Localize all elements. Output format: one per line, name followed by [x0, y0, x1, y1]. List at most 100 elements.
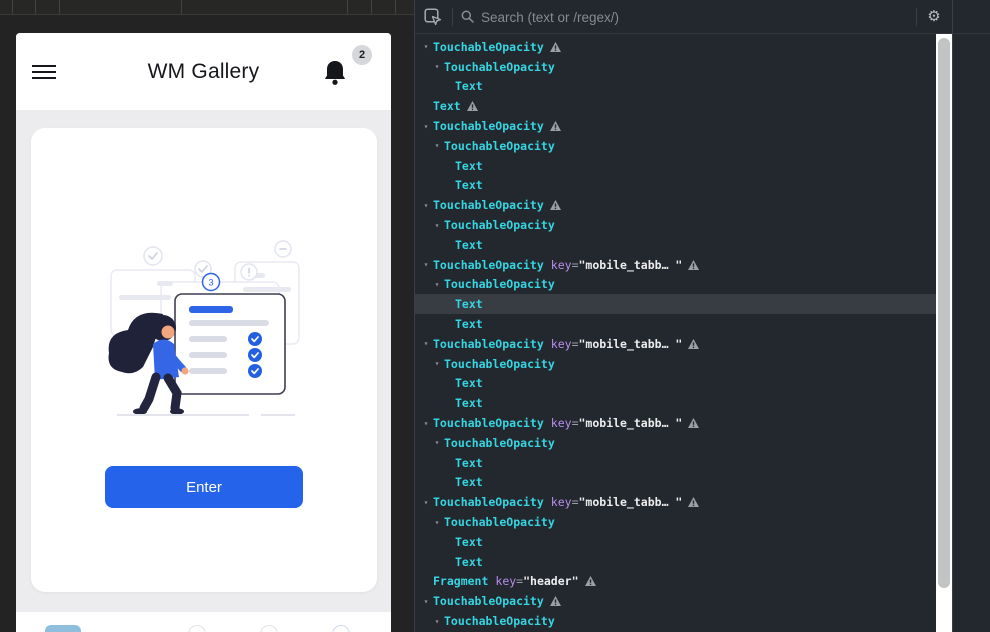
tree-row[interactable]: Text: [415, 235, 936, 255]
tree-row[interactable]: Text: [415, 77, 936, 97]
component-key: key="mobile_tabb… ": [544, 495, 683, 509]
search-input[interactable]: [479, 4, 823, 31]
tree-row[interactable]: ▾TouchableOpacity: [415, 195, 936, 215]
screen: WM Gallery 2: [0, 0, 990, 632]
expand-arrow-icon[interactable]: ▾: [419, 42, 433, 51]
active-tab-indicator[interactable]: [45, 625, 81, 632]
tree-row[interactable]: Text: [415, 374, 936, 394]
component-name: TouchableOpacity: [444, 436, 555, 450]
component-name: TouchableOpacity: [433, 495, 544, 509]
component-name: Text: [455, 396, 483, 410]
tree-row[interactable]: ▾TouchableOpacity: [415, 433, 936, 453]
pane-divider: [952, 0, 953, 632]
expand-arrow-icon[interactable]: ▾: [419, 201, 433, 210]
tree-row[interactable]: ▾TouchableOpacity: [415, 136, 936, 156]
tree-row[interactable]: Text: [415, 552, 936, 572]
tree-row[interactable]: Text: [415, 176, 936, 196]
component-name: Text: [455, 376, 483, 390]
component-name: Text: [455, 317, 483, 331]
expand-arrow-icon[interactable]: ▾: [430, 280, 444, 289]
expand-arrow-icon[interactable]: ▾: [430, 617, 444, 626]
gear-icon[interactable]: ⚙: [922, 4, 946, 28]
tree-row[interactable]: ▾TouchableOpacity: [415, 354, 936, 374]
app-header: WM Gallery 2: [16, 33, 391, 110]
tab-strip-divider: [347, 0, 348, 14]
tree-row[interactable]: ▾TouchableOpacity: [415, 57, 936, 77]
tab-icon[interactable]: [188, 625, 206, 632]
component-name: Text: [455, 456, 483, 470]
tree-row[interactable]: ▾TouchableOpacity: [415, 116, 936, 136]
component-name: TouchableOpacity: [433, 416, 544, 430]
component-name: Text: [455, 238, 483, 252]
expand-arrow-icon[interactable]: ▾: [430, 518, 444, 527]
notification-bell-button[interactable]: 2: [320, 57, 376, 97]
tab-strip-divider: [371, 0, 372, 14]
tree-row[interactable]: ▾TouchableOpacitykey="mobile_tabb… ": [415, 255, 936, 275]
device-preview-region: WM Gallery 2: [0, 0, 414, 632]
tree-row[interactable]: Text: [415, 96, 936, 116]
tab-bell-icon[interactable]: [332, 625, 350, 632]
warning-icon: [688, 260, 699, 270]
warning-icon: [467, 101, 478, 111]
inspect-element-button[interactable]: [424, 8, 442, 26]
enter-button[interactable]: Enter: [105, 466, 303, 508]
expand-arrow-icon[interactable]: ▾: [419, 260, 433, 269]
tree-row[interactable]: Text: [415, 314, 936, 334]
component-name: Text: [433, 99, 461, 113]
tree-row[interactable]: Text: [415, 532, 936, 552]
expand-arrow-icon[interactable]: ▾: [430, 438, 444, 447]
notification-badge: 2: [352, 45, 372, 65]
component-name: Text: [455, 178, 483, 192]
component-key: key="mobile_tabb… ": [544, 416, 683, 430]
browser-tab-strip: [0, 0, 414, 15]
tree-row[interactable]: Text: [415, 294, 936, 314]
warning-icon: [550, 42, 561, 52]
expand-arrow-icon[interactable]: ▾: [430, 62, 444, 71]
tree-row[interactable]: Fragmentkey="header": [415, 572, 936, 592]
component-name: TouchableOpacity: [433, 198, 544, 212]
expand-arrow-icon[interactable]: ▾: [419, 597, 433, 606]
component-name: TouchableOpacity: [433, 337, 544, 351]
tree-row[interactable]: ▾TouchableOpacity: [415, 611, 936, 631]
devtools-panel: ⚙ ▾TouchableOpacity ▾TouchableOpacity Te…: [414, 0, 990, 632]
bottom-tab-bar: [16, 612, 391, 632]
inspect-icon: [424, 8, 442, 26]
tree-row[interactable]: ▾TouchableOpacity: [415, 275, 936, 295]
warning-icon: [688, 339, 699, 349]
tab-icon[interactable]: [260, 625, 278, 632]
tree-row[interactable]: ▾TouchableOpacity: [415, 591, 936, 611]
scrollbar-thumb[interactable]: [938, 38, 950, 588]
component-name: Text: [455, 159, 483, 173]
component-name: Text: [455, 555, 483, 569]
svg-text:3: 3: [208, 278, 213, 288]
warning-icon: [585, 576, 596, 586]
expand-arrow-icon[interactable]: ▾: [419, 498, 433, 507]
expand-arrow-icon[interactable]: ▾: [419, 339, 433, 348]
expand-arrow-icon[interactable]: ▾: [419, 419, 433, 428]
tree-row[interactable]: Text: [415, 473, 936, 493]
warning-icon: [550, 121, 561, 131]
tree-row[interactable]: ▾TouchableOpacity: [415, 215, 936, 235]
component-key: key="header": [488, 574, 578, 588]
expand-arrow-icon[interactable]: ▾: [430, 359, 444, 368]
tree-row[interactable]: ▾TouchableOpacitykey="mobile_tabb… ": [415, 492, 936, 512]
expand-arrow-icon[interactable]: ▾: [419, 122, 433, 131]
warning-icon: [550, 596, 561, 606]
tree-scrollbar[interactable]: [936, 34, 952, 632]
tree-row[interactable]: Text: [415, 393, 936, 413]
component-name: TouchableOpacity: [444, 515, 555, 529]
tree-row[interactable]: ▾TouchableOpacity: [415, 37, 936, 57]
tree-row[interactable]: ▾TouchableOpacity: [415, 512, 936, 532]
search-icon: [461, 10, 474, 23]
tab-strip-divider: [395, 0, 396, 14]
tree-row[interactable]: ▾TouchableOpacitykey="mobile_tabb… ": [415, 334, 936, 354]
component-name: Text: [455, 535, 483, 549]
tree-row[interactable]: ▾TouchableOpacitykey="mobile_tabb… ": [415, 413, 936, 433]
expand-arrow-icon[interactable]: ▾: [430, 141, 444, 150]
tree-row[interactable]: Text: [415, 453, 936, 473]
tree-row[interactable]: Text: [415, 156, 936, 176]
expand-arrow-icon[interactable]: ▾: [430, 221, 444, 230]
bell-icon: [320, 57, 350, 91]
tab-strip-divider: [35, 0, 36, 14]
warning-icon: [688, 497, 699, 507]
